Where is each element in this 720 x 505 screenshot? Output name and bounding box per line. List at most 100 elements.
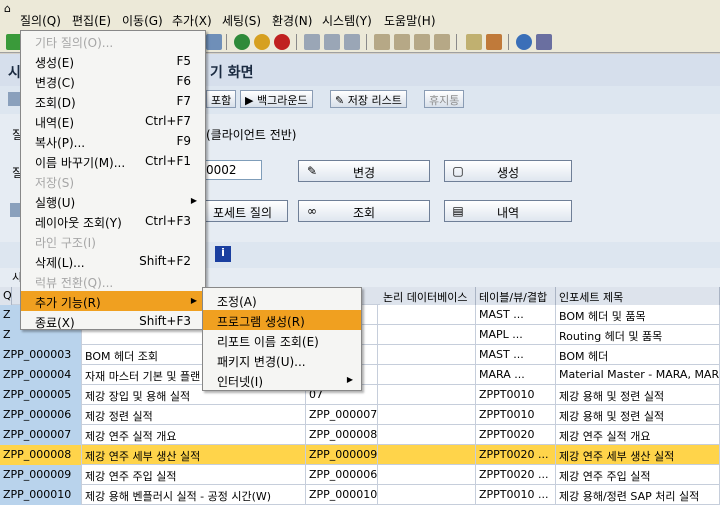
background-button[interactable]: ▶ 백그라운드 [240, 90, 313, 108]
table-cell-c1[interactable]: ZPP_000007 [0, 425, 82, 445]
new-session-icon[interactable] [466, 34, 482, 50]
extras-submenu-item[interactable]: 인터넷(I) ▶ [203, 370, 361, 390]
table-cell-c6[interactable]: 제강 연주 실적 개요 [556, 425, 720, 445]
table-cell-c4[interactable] [378, 365, 476, 385]
table-cell-c3[interactable]: ZPP_000006 [306, 465, 378, 485]
info-icon[interactable]: i [215, 246, 231, 262]
table-cell-c5[interactable]: ZPPT0010 ... [476, 485, 556, 505]
query-menu-item[interactable]: 레이아웃 조회(Y) Ctrl+F3 [21, 211, 205, 231]
table-cell-c1[interactable]: ZPP_000010 [0, 485, 82, 505]
query-menu-item[interactable]: 조회(D) F7 [21, 91, 205, 111]
table-cell-c4[interactable] [378, 325, 476, 345]
query-menu-item[interactable]: 종료(X) Shift+F3 [21, 311, 205, 331]
table-cell-c6[interactable]: 제강 연주 세부 생산 실적 [556, 445, 720, 465]
menu-edit[interactable]: 편집(E) [72, 12, 111, 29]
exit-icon[interactable] [254, 34, 270, 50]
next-page-icon[interactable] [414, 34, 430, 50]
extras-submenu-item[interactable]: 패키지 변경(U)... [203, 350, 361, 370]
find-icon[interactable] [324, 34, 340, 50]
table-cell-c6[interactable]: 제강 용해 및 정련 실적 [556, 385, 720, 405]
table-cell-c6[interactable]: 제강 용해/정련 SAP 처리 실적 [556, 485, 720, 505]
table-cell-c4[interactable] [378, 445, 476, 465]
back-icon[interactable] [234, 34, 250, 50]
menu-help[interactable]: 도움말(H) [384, 12, 436, 29]
table-cell-c6[interactable]: BOM 헤더 [556, 345, 720, 365]
table-row[interactable]: ZPP_000009 제강 연주 주입 실적 ZPP_000006 ZPPT0020 … [0, 465, 720, 485]
table-cell-c5[interactable]: MAST ... [476, 345, 556, 365]
find-next-icon[interactable] [344, 34, 360, 50]
table-cell-c4[interactable] [378, 425, 476, 445]
table-header-logical-db[interactable]: 논리 데이터베이스 [380, 287, 476, 305]
table-header-infoset-title[interactable]: 인포세트 제목 [556, 287, 720, 305]
table-cell-c5[interactable]: MAPL ... [476, 325, 556, 345]
table-cell-c4[interactable] [378, 345, 476, 365]
table-cell-c4[interactable] [378, 485, 476, 505]
menu-goto[interactable]: 이동(G) [122, 12, 163, 29]
change-button[interactable]: ✎ 변경 [298, 160, 430, 182]
table-cell-c1[interactable]: ZPP_000009 [0, 465, 82, 485]
table-cell-c5[interactable]: ZPPT0010 [476, 385, 556, 405]
menu-query[interactable]: 질의(Q) [20, 12, 61, 29]
query-menu-item[interactable]: 변경(C) F6 [21, 71, 205, 91]
table-row[interactable]: ZPP_000007 제강 연주 실적 개요 ZPP_000008 ZPPT0020 제… [0, 425, 720, 445]
table-cell-c5[interactable]: ZPPT0020 ... [476, 465, 556, 485]
table-cell-c5[interactable]: ZPPT0020 ... [476, 445, 556, 465]
first-page-icon[interactable] [374, 34, 390, 50]
table-cell-c3[interactable]: ZPP_000010 [306, 485, 378, 505]
table-row[interactable]: ZPP_000010 제강 용해 벤플러시 실적 - 공정 시간(W) ZPP_00… [0, 485, 720, 505]
query-menu-item[interactable]: 복사(P)... F9 [21, 131, 205, 151]
table-cell-c2[interactable]: 제강 연주 세부 생산 실적 [82, 445, 306, 465]
table-cell-c1[interactable]: ZPP_000003 [0, 345, 82, 365]
table-cell-c5[interactable]: ZPPT0010 [476, 405, 556, 425]
table-row[interactable]: ZPP_000006 제강 정련 실적 ZPP_000007 ZPPT0010 제강 용… [0, 405, 720, 425]
table-cell-c1[interactable]: ZPP_000006 [0, 405, 82, 425]
table-cell-c6[interactable]: BOM 헤더 및 품목 [556, 305, 720, 325]
cancel-icon[interactable] [274, 34, 290, 50]
include-button[interactable]: 포함 [206, 90, 237, 108]
table-cell-c2[interactable]: 제강 연주 실적 개요 [82, 425, 306, 445]
table-cell-c4[interactable] [378, 465, 476, 485]
table-cell-c2[interactable]: 제강 정련 실적 [82, 405, 306, 425]
table-cell-c6[interactable]: 제강 연주 주입 실적 [556, 465, 720, 485]
table-cell-c5[interactable]: ZPPT0020 [476, 425, 556, 445]
table-row[interactable]: ZPP_000008 제강 연주 세부 생산 실적 ZPP_000009 ZPPT00… [0, 445, 720, 465]
table-cell-c3[interactable]: ZPP_000007 [306, 405, 378, 425]
display-button[interactable]: ∞ 조회 [298, 200, 430, 222]
table-cell-c4[interactable] [378, 405, 476, 425]
extras-submenu-item[interactable]: 리포트 이름 조회(E) [203, 330, 361, 350]
menu-settings[interactable]: 세팅(S) [222, 12, 261, 29]
save-icon[interactable] [206, 34, 222, 50]
query-menu-item[interactable]: 생성(E) F5 [21, 51, 205, 71]
infoset-query-button[interactable]: 포세트 질의 [198, 200, 288, 222]
table-cell-c3[interactable]: ZPP_000009 [306, 445, 378, 465]
table-header-q[interactable]: Q [0, 287, 12, 305]
description-button[interactable]: ▤ 내역 [444, 200, 572, 222]
menu-system[interactable]: 시스템(Y) [322, 12, 372, 29]
create-button[interactable]: ▢ 생성 [444, 160, 572, 182]
table-cell-c2[interactable]: 제강 용해 벤플러시 실적 - 공정 시간(W) [82, 485, 306, 505]
query-name-field[interactable]: 0002 [202, 160, 262, 180]
layout-icon[interactable] [536, 34, 552, 50]
query-menu-item[interactable]: 이름 바꾸기(M)... Ctrl+F1 [21, 151, 205, 171]
prev-page-icon[interactable] [394, 34, 410, 50]
table-cell-c2[interactable]: 제강 연주 주입 실적 [82, 465, 306, 485]
shortcut-icon[interactable] [486, 34, 502, 50]
table-header-table-view[interactable]: 테이블/뷰/결합 [476, 287, 556, 305]
system-icon[interactable]: ⌂ [4, 2, 11, 15]
table-cell-c5[interactable]: MAST ... [476, 305, 556, 325]
table-cell-c6[interactable]: Routing 헤더 및 품목 [556, 325, 720, 345]
query-menu-item[interactable]: 추가 기능(R) ▶ [21, 291, 205, 311]
table-cell-c4[interactable] [378, 385, 476, 405]
trash-button[interactable]: 휴지통 [424, 90, 465, 108]
extras-submenu-item[interactable]: 조정(A) [203, 290, 361, 310]
table-cell-c1[interactable]: ZPP_000005 [0, 385, 82, 405]
query-menu-item[interactable]: 내역(E) Ctrl+F7 [21, 111, 205, 131]
menu-environment[interactable]: 환경(N) [272, 12, 312, 29]
menu-extras[interactable]: 추가(X) [172, 12, 212, 29]
table-cell-c4[interactable] [378, 305, 476, 325]
extras-submenu-item[interactable]: 프로그램 생성(R) [203, 310, 361, 330]
table-cell-c6[interactable]: Material Master - MARA, MARC [556, 365, 720, 385]
print-icon[interactable] [304, 34, 320, 50]
last-page-icon[interactable] [434, 34, 450, 50]
table-cell-c6[interactable]: 제강 용해 및 정련 실적 [556, 405, 720, 425]
